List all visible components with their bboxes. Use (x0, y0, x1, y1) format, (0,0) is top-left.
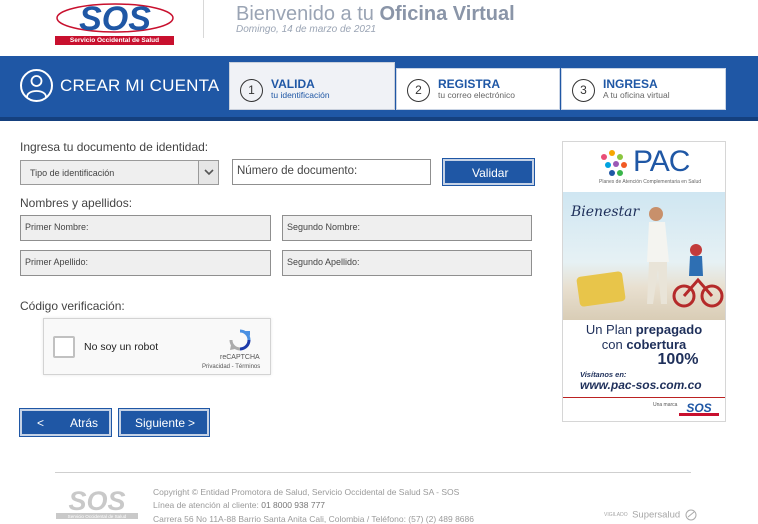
id-type-select[interactable]: Tipo de identificación (20, 160, 219, 185)
recaptcha-checkbox[interactable] (53, 336, 75, 358)
supersalud-label: Supersalud (632, 509, 681, 521)
footer-phone-prefix: Línea de atención al cliente: (153, 500, 262, 510)
ad-sos-logo: SOS (679, 401, 719, 416)
welcome-title: Bienvenido a tu Oficina Virtual (236, 3, 515, 25)
next-button[interactable]: Siguiente > (118, 408, 210, 437)
footer-sos-logo-mark: SOS Servicio Occidental de Salud (56, 486, 138, 519)
footer-logo-text: SOS (68, 487, 125, 516)
validate-label: Validar (472, 166, 509, 180)
vigilado-label: VIGILADO (604, 511, 628, 518)
second-surname-input[interactable]: Segundo Apellido: (282, 250, 532, 276)
sos-logo[interactable]: SOS Servicio Occidental de Salud (55, 0, 174, 45)
step-ingresa: 3 INGRESA A tu oficina virtual (561, 68, 726, 110)
step-subtitle: tu correo electrónico (438, 90, 516, 100)
header-divider (203, 0, 204, 38)
vigilado-supersalud-badge: VIGILADO Supersalud (604, 506, 697, 524)
ad-url[interactable]: www.pac-sos.com.co (580, 378, 702, 392)
ad-line-2: con cobertura (563, 337, 725, 352)
names-label: Nombres y apellidos: (20, 196, 133, 210)
footer-divider (55, 472, 691, 473)
document-label: Ingresa tu documento de identidad: (20, 140, 209, 154)
sos-logo-subtitle: Servicio Occidental de Salud (55, 36, 174, 45)
next-arrow-icon: > (188, 416, 196, 430)
beach-scene-illustration (576, 207, 724, 308)
ad-marca-label: Una marca (653, 402, 678, 408)
create-account-title: CREAR MI CUENTA (60, 76, 220, 95)
first-name-input[interactable]: Primer Nombre: (20, 215, 271, 241)
recaptcha-brand: reCAPTCHA (220, 354, 260, 361)
user-account-icon (20, 69, 53, 102)
next-label: Siguiente (135, 416, 186, 430)
footer-sos-logo: SOS Servicio Occidental de Salud (55, 486, 139, 520)
chevron-down-icon (198, 161, 218, 184)
pac-dots-icon (601, 150, 627, 176)
document-number-input[interactable]: Número de documento: (232, 159, 431, 185)
step-number: 2 (407, 79, 430, 102)
step-valida: 1 VALIDA tu identificación (229, 62, 395, 110)
back-label: Atrás (70, 416, 99, 430)
pac-ad-banner[interactable]: PAC Planes de Atención Complementaria en… (562, 141, 726, 422)
sos-logo-mark: SOS (56, 0, 174, 36)
header: SOS Servicio Occidental de Salud Bienven… (0, 0, 758, 56)
recaptcha-widget: No soy un robot reCAPTCHA Privacidad - T… (43, 318, 271, 375)
ad-line-3: 100% (657, 351, 699, 368)
step-number: 1 (240, 79, 263, 102)
first-surname-input[interactable]: Primer Apellido: (20, 250, 271, 276)
back-arrow-icon: < (37, 416, 45, 430)
ad-line-1-bold: prepagado (635, 322, 703, 337)
footer-phone: 01 8000 938 777 (261, 500, 326, 510)
id-type-value: Tipo de identificación (30, 168, 115, 178)
step-registra: 2 REGISTRA tu correo electrónico (396, 68, 560, 110)
ad-line-2-plain: con (601, 337, 623, 352)
welcome-prefix: Bienvenido a tu (236, 3, 380, 25)
ad-header: PAC Planes de Atención Complementaria en… (563, 142, 725, 192)
pac-brand-sub: Planes de Atención Complementaria en Sal… (599, 179, 702, 185)
step-title: VALIDA (271, 77, 315, 91)
wizard-band-shadow (0, 117, 758, 121)
ad-sos-logo-text: SOS (686, 401, 711, 415)
pac-brand: PAC (633, 145, 690, 178)
recaptcha-links[interactable]: Privacidad - Términos (202, 364, 260, 370)
sos-logo-text: SOS (79, 0, 151, 36)
ad-line-2-bold: cobertura (626, 337, 687, 352)
family-beach-photo: Bienestar (563, 192, 725, 320)
validate-button[interactable]: Validar (442, 158, 535, 186)
footer-phone-line: Línea de atención al cliente: 01 8000 93… (153, 500, 325, 510)
ad-footer: Una marca SOS (563, 397, 725, 421)
recaptcha-checkbox-label: No soy un robot (84, 341, 159, 353)
step-number: 3 (572, 79, 595, 102)
second-name-input[interactable]: Segundo Nombre: (282, 215, 532, 241)
current-date: Domingo, 14 de marzo de 2021 (236, 24, 377, 35)
supersalud-icon (685, 509, 697, 521)
step-title: INGRESA (603, 77, 658, 91)
step-subtitle: A tu oficina virtual (603, 90, 670, 100)
ad-line-1-plain: Un Plan (585, 322, 633, 337)
captcha-label: Código verificación: (20, 299, 125, 313)
ad-line-1: Un Plan prepagado (563, 322, 725, 337)
back-button[interactable]: < Atrás (19, 408, 112, 437)
footer-logo-sub: Servicio Occidental de Salud (68, 514, 127, 519)
footer-address: Carrera 56 No 11A-88 Barrio Santa Anita … (153, 514, 474, 524)
welcome-emphasis: Oficina Virtual (379, 3, 515, 25)
step-subtitle: tu identificación (271, 90, 330, 100)
user-silhouette-icon (26, 75, 47, 98)
recaptcha-logo-icon (229, 329, 251, 351)
step-title: REGISTRA (438, 77, 501, 91)
footer-copyright: Copyright © Entidad Promotora de Salud, … (153, 487, 460, 497)
